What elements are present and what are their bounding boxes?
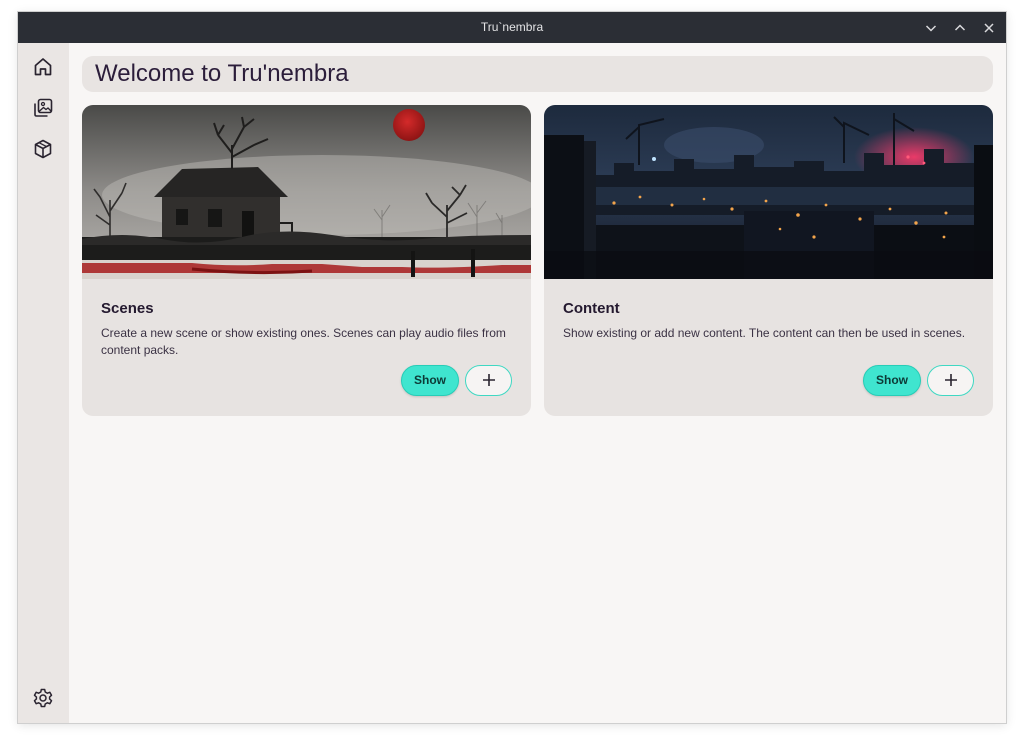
main-content: Welcome to Tru'nembra Scenes Create a ne… [69,43,1006,723]
close-button[interactable] [980,19,998,37]
maximize-button[interactable] [951,19,969,37]
cube-icon [34,139,52,159]
window-title: Tru`nembra [480,20,544,34]
minimize-button[interactable] [922,19,940,37]
page-title: Welcome to Tru'nembra [95,60,349,87]
content-card: Content Show existing or add new content… [544,105,993,416]
scenes-card-description: Create a new scene or show existing ones… [101,326,506,357]
app-window: Tru`nembra Welcome to Tru'nembra Scenes … [18,12,1006,723]
gear-icon [33,688,53,708]
home-icon [34,58,52,76]
plus-icon [482,374,495,386]
chevron-down-icon [925,25,937,32]
settings-button[interactable] [31,686,55,710]
content-show-button[interactable]: Show [863,365,921,396]
scenes-card-image [82,105,531,279]
welcome-banner: Welcome to Tru'nembra [82,56,993,92]
sidebar-item-gallery[interactable] [31,96,55,120]
image-gallery-icon [34,98,53,117]
sidebar-item-home[interactable] [31,55,55,79]
sidebar [18,43,69,723]
sidebar-item-content[interactable] [31,137,55,161]
title-bar[interactable]: Tru`nembra [18,12,1006,43]
scenes-show-button[interactable]: Show [401,365,459,396]
content-card-image [544,105,993,279]
close-icon [984,23,994,33]
chevron-up-icon [954,24,966,31]
content-add-button[interactable] [927,365,974,396]
content-card-title: Content [563,300,620,317]
content-card-description: Show existing or add new content. The co… [563,326,966,340]
scenes-add-button[interactable] [465,365,512,396]
plus-icon [944,374,957,386]
scenes-card: Scenes Create a new scene or show existi… [82,105,531,416]
scenes-card-title: Scenes [101,300,154,317]
